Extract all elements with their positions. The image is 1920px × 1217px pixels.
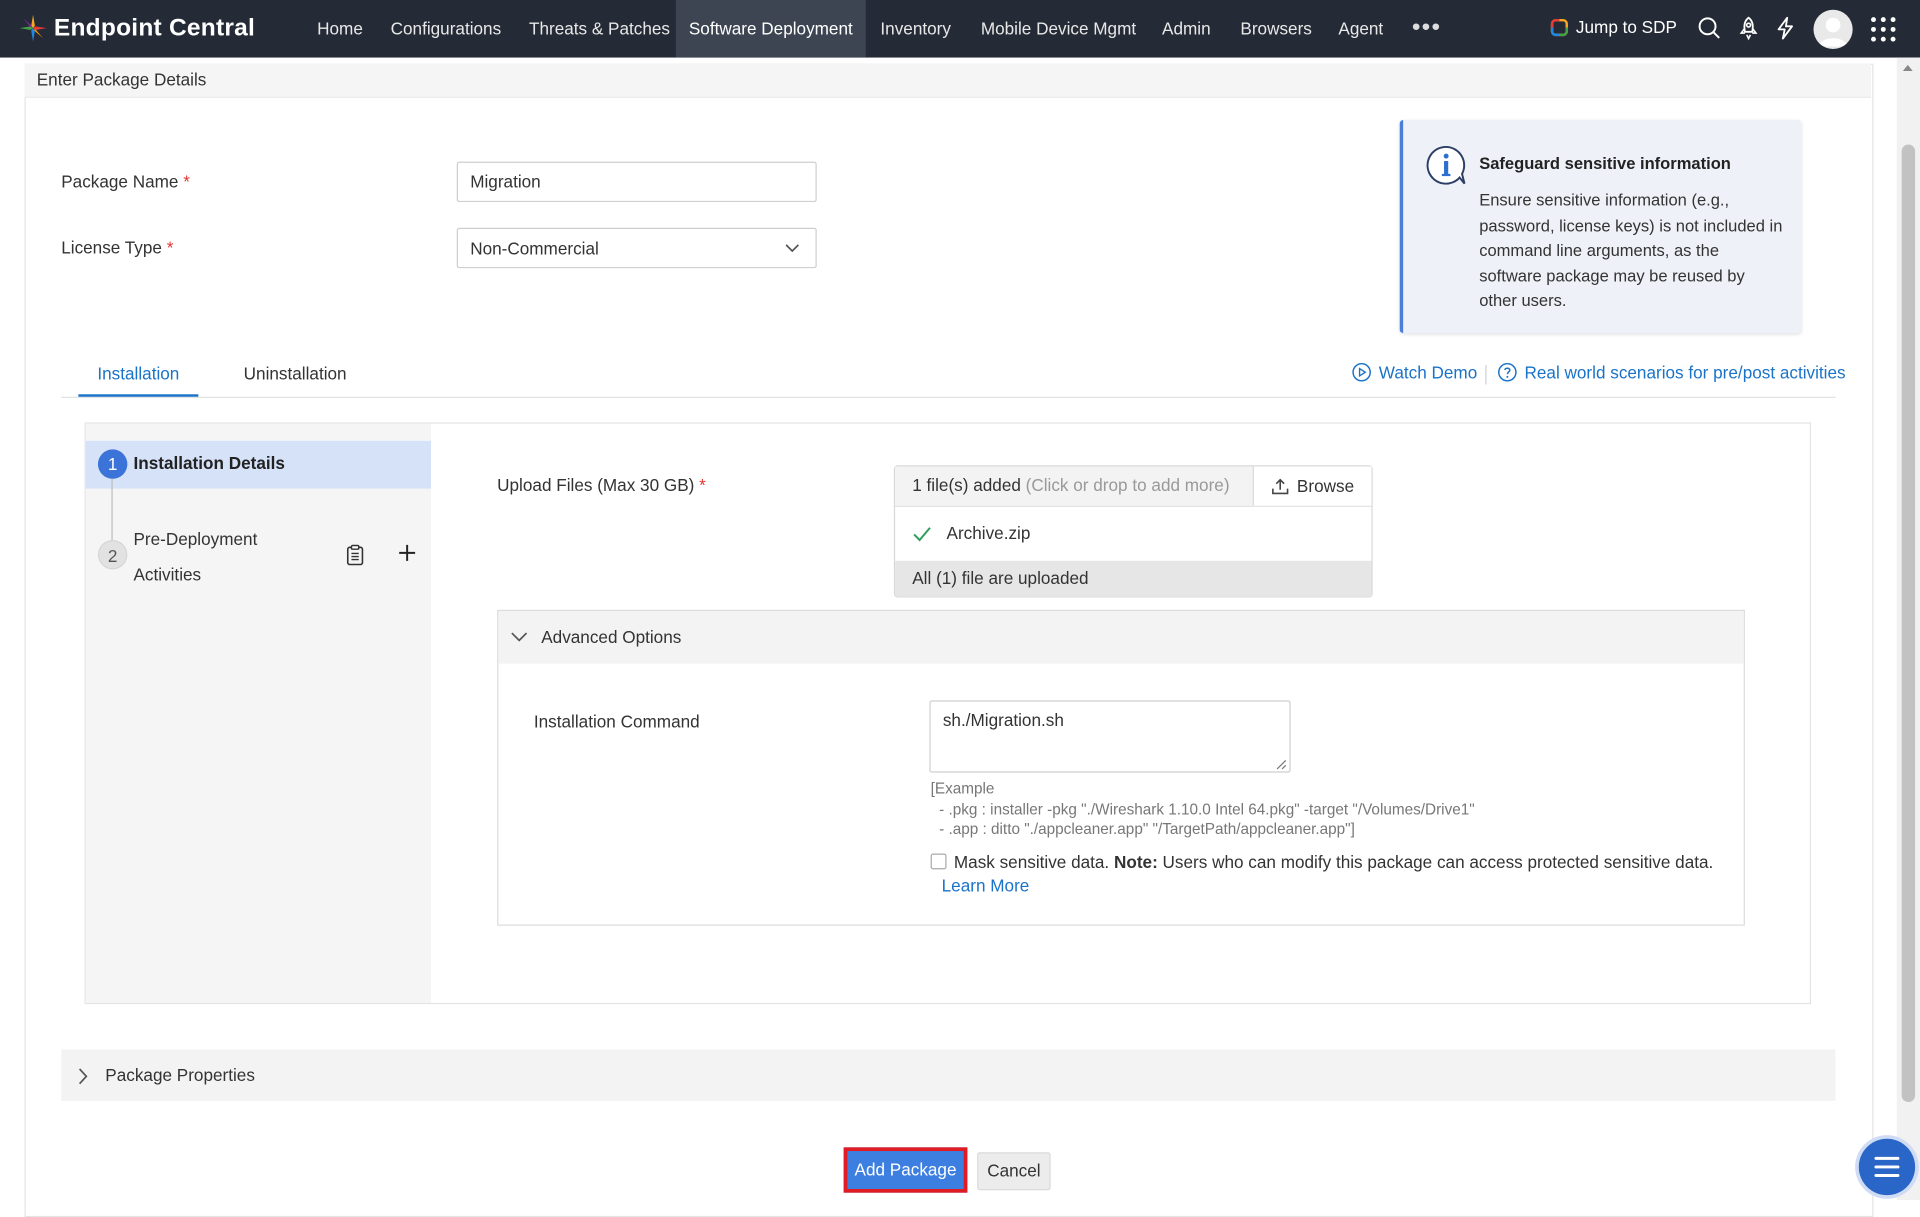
nav-home[interactable]: Home (302, 0, 377, 58)
chevron-down-icon (785, 244, 799, 253)
panel-title: Enter Package Details (36, 69, 207, 90)
license-type-selected-value: Non-Commercial (470, 238, 599, 259)
mask-label: Mask sensitive data. (953, 852, 1110, 872)
real-world-scenarios-label: Real world scenarios for pre/post activi… (1524, 362, 1846, 383)
package-name-label-text: Package Name (61, 171, 179, 192)
clipboard-icon[interactable] (344, 544, 366, 566)
uploaded-file-name: Archive.zip (946, 522, 1031, 543)
lightning-icon[interactable] (1773, 16, 1797, 40)
jump-to-sdp-link[interactable]: Jump to SDP (1550, 17, 1677, 37)
upload-icon (1272, 478, 1289, 494)
nav-mobile-device-mgmt[interactable]: Mobile Device Mgmt (966, 0, 1151, 58)
required-mark: * (183, 171, 190, 192)
add-package-button[interactable]: Add Package (843, 1147, 968, 1193)
upload-count-text: 1 file(s) added (912, 475, 1021, 495)
upload-count[interactable]: 1 file(s) added (Click or drop to add mo… (912, 475, 1229, 495)
nav-agent[interactable]: Agent (1324, 0, 1398, 58)
watch-demo-label: Watch Demo (1378, 362, 1478, 383)
nav-configurations[interactable]: Configurations (376, 0, 516, 58)
user-avatar[interactable] (1813, 9, 1853, 49)
step-label[interactable]: Installation Details (133, 453, 284, 473)
resize-handle-icon[interactable] (1275, 758, 1287, 770)
upload-hint: (Click or drop to add more) (1025, 475, 1230, 495)
jump-to-sdp-label: Jump to SDP (1575, 17, 1677, 37)
step-pre-deployment-activities[interactable]: Pre-Deployment Activities (133, 522, 317, 593)
mask-sensitive-data-text: Mask sensitive data. Note: Users who can… (954, 852, 1713, 872)
tabs-divider (61, 396, 1836, 398)
license-type-select[interactable]: Non-Commercial (456, 227, 817, 269)
upload-files-label-text: Upload Files (Max 30 GB) (497, 475, 695, 495)
nav-admin[interactable]: Admin (1147, 0, 1225, 58)
hamburger-menu-icon (1874, 1156, 1900, 1177)
app-name: Endpoint Central (53, 14, 256, 42)
nav-inventory[interactable]: Inventory (866, 0, 966, 58)
installation-command-label: Installation Command (533, 711, 700, 732)
info-box-title: Safeguard sensitive information (1479, 154, 1731, 173)
browse-label: Browse (1296, 476, 1355, 496)
browse-button[interactable]: Browse (1252, 466, 1372, 506)
package-properties-section[interactable] (61, 1049, 1836, 1101)
step-connector (111, 477, 113, 544)
rocket-icon[interactable] (1736, 16, 1760, 41)
active-tab-indicator (78, 394, 199, 397)
nav-software-deployment[interactable]: Software Deployment (675, 0, 866, 58)
user-avatar-icon (1818, 17, 1848, 47)
note-label: Note: (1113, 852, 1158, 872)
package-name-input[interactable] (456, 161, 817, 203)
tab-uninstallation[interactable]: Uninstallation (244, 364, 347, 384)
upload-divider (895, 505, 1372, 507)
required-mark: * (166, 237, 174, 258)
chevron-down-icon[interactable] (511, 631, 528, 643)
installation-command-input[interactable]: sh./Migration.sh (929, 700, 1291, 773)
nav-browsers[interactable]: Browsers (1226, 0, 1327, 58)
endpoint-central-logo-icon (19, 14, 47, 42)
app-logo[interactable]: Endpoint Central (17, 12, 255, 44)
nav-more-button[interactable]: ••• (1412, 0, 1441, 58)
scroll-up-arrow-icon[interactable] (1900, 61, 1915, 76)
note-text: Users who can modify this package can ac… (1162, 852, 1714, 872)
sdp-icon (1550, 18, 1568, 36)
license-type-label-text: License Type (61, 237, 162, 258)
nav-threats-patches[interactable]: Threats & Patches (514, 0, 684, 58)
add-activity-icon[interactable] (397, 542, 418, 563)
step-number: 2 (97, 540, 128, 570)
help-circle-icon (1498, 362, 1517, 382)
mask-sensitive-data-checkbox[interactable] (930, 853, 947, 870)
package-name-label: Package Name * (61, 171, 190, 191)
step-number: 1 (97, 449, 128, 479)
play-circle-icon (1352, 362, 1371, 382)
license-type-label: License Type * (61, 238, 173, 258)
info-icon (1426, 145, 1466, 185)
learn-more-link[interactable]: Learn More (942, 876, 1030, 896)
tab-installation[interactable]: Installation (78, 364, 198, 384)
upload-files-label: Upload Files (Max 30 GB) * (497, 475, 706, 495)
apps-grid-icon[interactable] (1869, 15, 1898, 44)
watch-demo-link[interactable]: Watch Demo (1352, 362, 1477, 382)
check-icon (913, 527, 931, 542)
menu-fab-button[interactable] (1858, 1138, 1916, 1196)
required-mark: * (699, 475, 706, 495)
panel-header (24, 63, 1872, 98)
advanced-options-header[interactable] (498, 611, 1744, 664)
cancel-button[interactable]: Cancel (977, 1152, 1051, 1191)
scrollbar-thumb[interactable] (1901, 144, 1916, 1103)
upload-status-text: All (1) file are uploaded (912, 568, 1089, 588)
link-separator (1485, 364, 1487, 385)
search-icon[interactable] (1697, 16, 1721, 40)
package-properties-title[interactable]: Package Properties (105, 1065, 255, 1085)
info-box-body: Ensure sensitive information (e.g., pass… (1479, 191, 1783, 310)
real-world-scenarios-link[interactable]: Real world scenarios for pre/post activi… (1498, 362, 1846, 382)
steps-sidebar (85, 423, 432, 1003)
chevron-right-icon[interactable] (77, 1068, 88, 1085)
command-example: [Example - .pkg : installer -pkg "./Wire… (930, 780, 1475, 838)
advanced-options-title[interactable]: Advanced Options (541, 627, 681, 647)
